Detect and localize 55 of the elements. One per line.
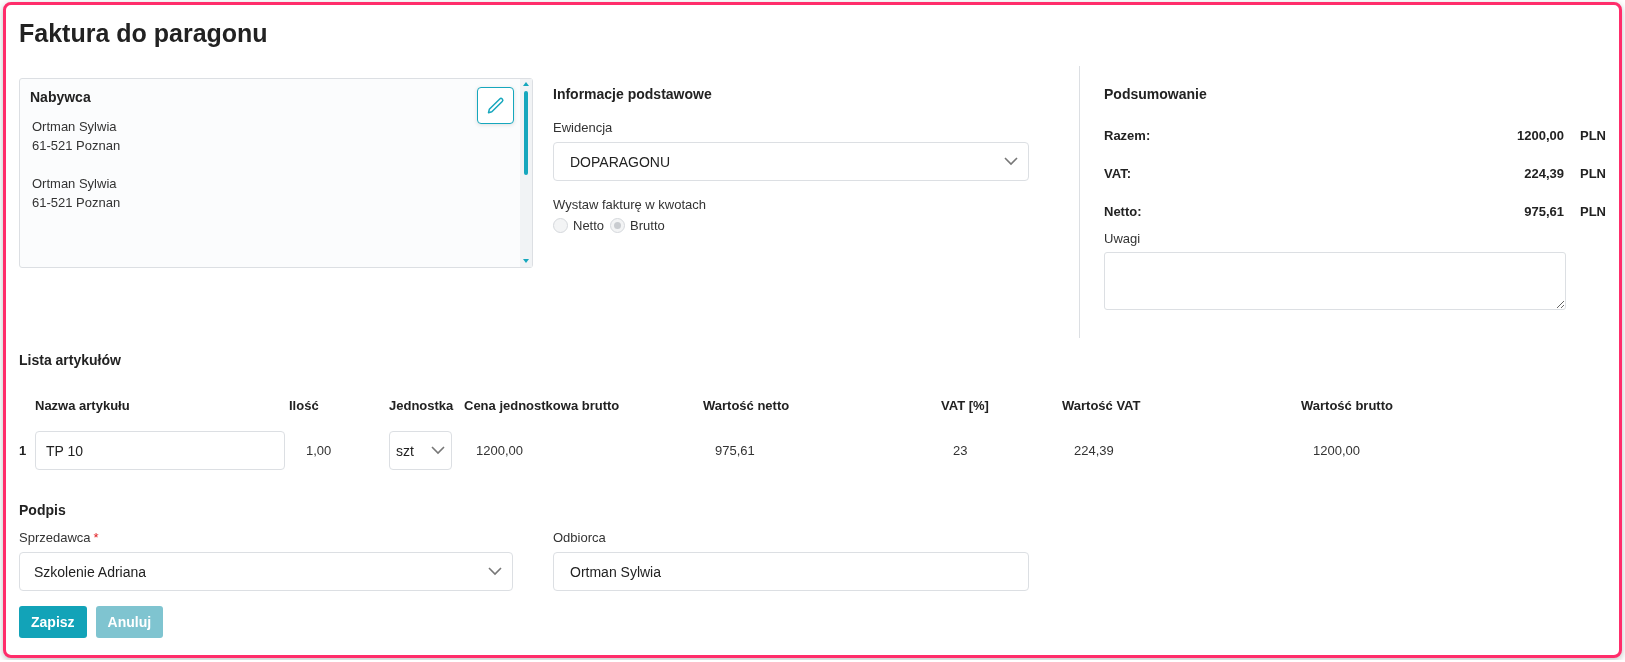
radio-button[interactable] bbox=[610, 218, 626, 233]
column-header: VAT [%] bbox=[941, 398, 989, 413]
table-cell: 1,00 bbox=[306, 443, 332, 458]
address-line: 61-521 Poznan bbox=[32, 137, 121, 155]
radio-label: Netto bbox=[573, 218, 605, 233]
table-cell: 975,61 bbox=[715, 443, 755, 458]
section-heading: Podpis bbox=[19, 502, 66, 518]
table-cell: 1200,00 bbox=[1313, 443, 1360, 458]
summary-label: Netto: bbox=[1104, 203, 1142, 219]
row-number: 1 bbox=[19, 443, 27, 458]
column-header: Wartość netto bbox=[703, 398, 790, 413]
section-heading: Podsumowanie bbox=[1104, 86, 1208, 102]
column-header: Nazwa artykułu bbox=[35, 398, 130, 413]
summary-value: 975,61 bbox=[1524, 203, 1564, 219]
column-header: Jednostka bbox=[389, 398, 454, 413]
chevron-down-icon bbox=[1004, 157, 1018, 166]
field-label: Ewidencja bbox=[553, 120, 613, 135]
column-header: Ilość bbox=[289, 398, 319, 413]
select-field[interactable]: DOPARAGONU bbox=[553, 142, 1029, 181]
address-line: Ortman Sylwia bbox=[32, 118, 117, 136]
table-cell: 224,39 bbox=[1074, 443, 1114, 458]
section-heading: Informacje podstawowe bbox=[553, 86, 712, 102]
summary-value: 224,39 bbox=[1524, 165, 1564, 181]
edit-button[interactable] bbox=[477, 87, 514, 124]
address-line: 61-521 Poznan bbox=[32, 194, 121, 212]
currency-label: PLN bbox=[1580, 127, 1606, 143]
section-heading: Nabywca bbox=[30, 89, 91, 105]
summary-label: Razem: bbox=[1104, 127, 1151, 143]
column-header: Wartość VAT bbox=[1062, 398, 1141, 413]
field-label: Sprzedawca * bbox=[19, 530, 99, 545]
currency-label: PLN bbox=[1580, 203, 1606, 219]
address-line: Ortman Sylwia bbox=[32, 175, 117, 193]
column-header: Cena jednostkowa brutto bbox=[464, 398, 620, 413]
section-heading: Lista artykułów bbox=[19, 352, 121, 368]
table-cell: 1200,00 bbox=[476, 443, 523, 458]
text-field[interactable]: Ortman Sylwia bbox=[553, 552, 1029, 591]
page-title: Faktura do paragonu bbox=[19, 19, 268, 48]
summary-value: 1200,00 bbox=[1517, 127, 1564, 143]
column-header: Wartość brutto bbox=[1301, 398, 1393, 413]
item-name-field[interactable]: TP 10 bbox=[35, 431, 285, 470]
field-label: Uwagi bbox=[1104, 231, 1141, 246]
pencil-icon bbox=[485, 95, 506, 116]
radio-button[interactable] bbox=[553, 218, 568, 233]
field-label: Wystaw fakturę w kwotach bbox=[553, 197, 707, 212]
radio-label: Brutto bbox=[630, 218, 665, 233]
table-cell: 23 bbox=[953, 443, 968, 458]
notes-field[interactable] bbox=[1104, 252, 1566, 310]
chevron-down-icon bbox=[431, 446, 445, 455]
summary-label: VAT: bbox=[1104, 165, 1131, 181]
field-label: Odbiorca bbox=[553, 530, 606, 545]
select-field[interactable]: Szkolenie Adriana bbox=[19, 552, 513, 591]
chevron-down-icon bbox=[488, 567, 502, 576]
currency-label: PLN bbox=[1580, 165, 1606, 181]
scrollbar[interactable] bbox=[520, 79, 532, 267]
unit-select[interactable]: szt bbox=[389, 431, 452, 470]
